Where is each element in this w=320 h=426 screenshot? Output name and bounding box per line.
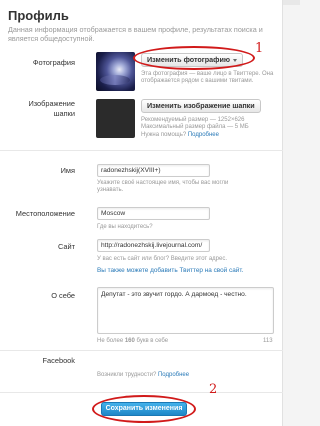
page-title: Профиль <box>8 8 69 23</box>
section-divider <box>0 150 283 151</box>
name-help: Укажите своё настоящее имя, чтобы вас мо… <box>97 180 247 195</box>
photo-label: Фотография <box>32 58 75 67</box>
header-image-help: Рекомендуемый размер — 1252×626 Максимал… <box>141 117 281 139</box>
header-help-filesize: Максимальный размер файла — 5 МБ <box>141 124 249 131</box>
annotation-oval-save <box>92 395 196 423</box>
bio-help-prefix: Не более <box>97 338 125 344</box>
facebook-label: Facebook <box>42 356 75 365</box>
bio-label: О себе <box>51 291 75 300</box>
annotation-number-1: 1 <box>255 41 264 56</box>
section-divider-3 <box>0 392 283 393</box>
location-label: Местоположение <box>15 209 75 218</box>
section-divider-2 <box>0 350 283 351</box>
change-header-button[interactable]: Изменить изображение шапки <box>141 99 261 113</box>
facebook-help: Возникли трудности? Подробнее <box>97 372 189 379</box>
facebook-help-question: Возникли трудности? <box>97 372 157 378</box>
header-image-label: Изображение шапки <box>28 99 75 119</box>
name-input[interactable]: radonezhskij(XVIII+) <box>97 164 210 177</box>
name-label: Имя <box>60 166 75 175</box>
location-help: Где вы находитесь? <box>97 224 153 230</box>
bio-help-suffix: букв в себе <box>134 338 169 344</box>
profile-photo <box>96 52 135 91</box>
website-label: Сайт <box>57 242 75 251</box>
bio-char-counter: 113 <box>263 338 273 344</box>
name-help-line1: Укажите своё настоящее имя, чтобы вас мо… <box>97 180 229 186</box>
name-help-line2: узнавать. <box>97 187 124 194</box>
header-help-line3: Нужна помощь? Подробнее <box>141 132 281 139</box>
website-input[interactable]: http://radonezhskij.livejournal.com/ <box>97 239 210 252</box>
annotation-number-2: 2 <box>209 382 218 397</box>
annotation-oval-photo <box>133 46 255 70</box>
facebook-help-link[interactable]: Подробнее <box>158 372 189 378</box>
header-help-link[interactable]: Подробнее <box>188 132 219 138</box>
location-input[interactable]: Moscow <box>97 207 210 220</box>
bio-help-count: 160 <box>124 338 135 344</box>
bio-textarea[interactable]: Депутат - это звучит гордо. А дармоед - … <box>97 287 274 334</box>
add-twitter-to-site-link[interactable]: Вы также можете добавить Твиттер на свой… <box>97 267 243 274</box>
page-subtitle: Данная информация отображается в вашем п… <box>8 25 263 43</box>
header-image-preview <box>96 99 135 138</box>
header-image-label-line2: шапки <box>53 109 75 118</box>
header-image-label-line1: Изображение <box>28 99 75 108</box>
header-help-question: Нужна помощь? <box>141 131 187 138</box>
website-help: У вас есть сайт или блог? Введите этот а… <box>97 256 227 262</box>
photo-help: Эта фотография — ваше лицо в Твиттере. О… <box>141 71 274 85</box>
bio-help: Не более 160 букв в себе <box>97 338 168 345</box>
